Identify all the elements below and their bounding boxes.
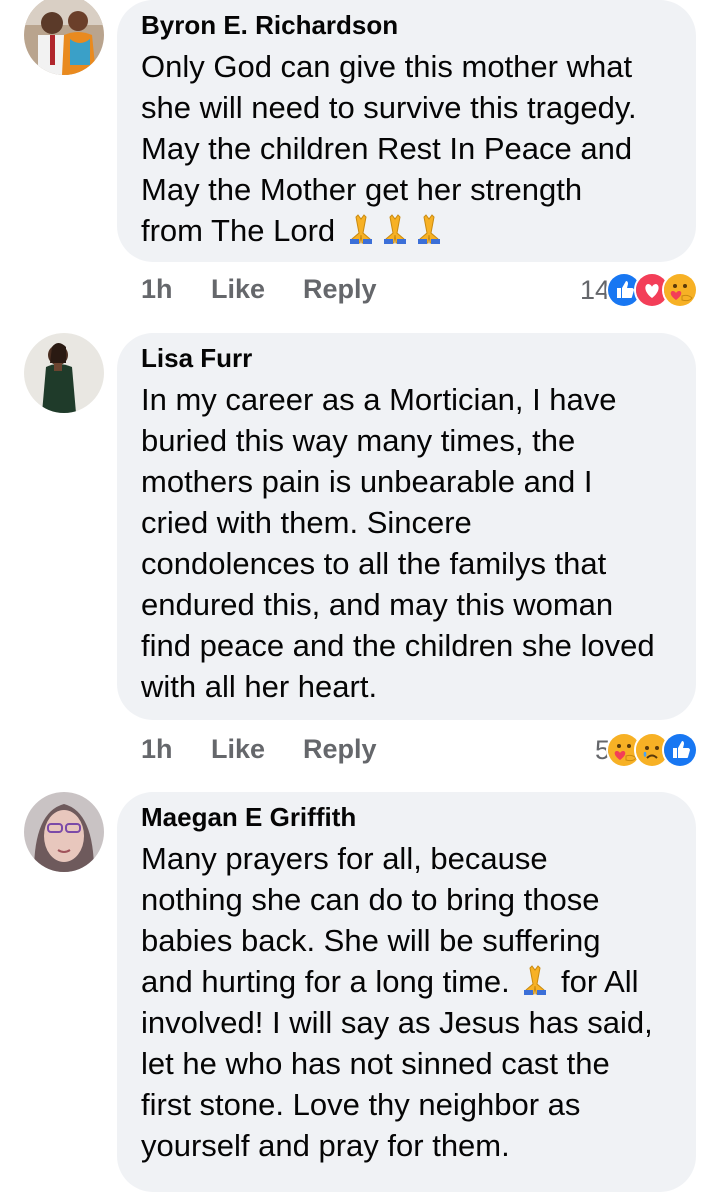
like-reaction-icon: [662, 732, 698, 768]
like-button[interactable]: Like: [211, 734, 265, 765]
comment-text-line: Only God can give this mother what: [141, 49, 633, 84]
folded-hands-icon: [378, 211, 412, 245]
comment-text-line: mothers pain is unbearable and I: [141, 464, 593, 499]
comment-text-line: involved! I will say as Jesus has said,: [141, 1005, 653, 1040]
comment-text-line: let he who has not sinned cast the: [141, 1046, 610, 1081]
comment-text-line: nothing she can do to bring those: [141, 882, 600, 917]
comment-text: In my career as a Mortician, I have buri…: [141, 379, 672, 707]
comment-text-line: cried with them. Sincere: [141, 505, 472, 540]
comment-text-line: with all her heart.: [141, 669, 378, 704]
comment-text-line: May the children Rest In Peace and: [141, 131, 633, 166]
comment-text-line: for All: [561, 964, 639, 999]
comment-text-line: endured this, and may this woman: [141, 587, 614, 622]
reaction-summary[interactable]: 5: [595, 730, 698, 770]
folded-hands-icon: [344, 211, 378, 245]
comment-author[interactable]: Maegan E Griffith: [141, 802, 672, 832]
reply-button[interactable]: Reply: [303, 734, 377, 765]
comment-author[interactable]: Lisa Furr: [141, 343, 672, 373]
care-reaction-icon: [662, 272, 698, 308]
like-button[interactable]: Like: [211, 274, 265, 305]
folded-hands-icon: [412, 211, 446, 245]
comment-text-line: Many prayers for all, because: [141, 841, 548, 876]
comment-text-line: first stone. Love thy neighbor as: [141, 1087, 581, 1122]
comment-text-line: buried this way many times, the: [141, 423, 576, 458]
comment-text-line: yourself and pray for them.: [141, 1128, 510, 1163]
comment-text-line: In my career as a Mortician, I have: [141, 382, 617, 417]
comment-text-line: from The Lord: [141, 213, 336, 248]
comment-text-line: May the Mother get her strength: [141, 172, 583, 207]
comment-text: Only God can give this mother what she w…: [141, 46, 672, 251]
comment-text-line: condolences to all the familys that: [141, 546, 607, 581]
comment-text-line: she will need to survive this tragedy.: [141, 90, 637, 125]
comment-bubble: Maegan E Griffith Many prayers for all, …: [117, 792, 696, 1192]
avatar[interactable]: [24, 333, 104, 413]
comment-bubble: Lisa Furr In my career as a Mortician, I…: [117, 333, 696, 720]
folded-hands-icon: [518, 962, 552, 996]
comment-time[interactable]: 1h: [141, 274, 173, 305]
avatar[interactable]: [24, 792, 104, 872]
comment-text: Many prayers for all, because nothing sh…: [141, 838, 672, 1166]
reply-button[interactable]: Reply: [303, 274, 377, 305]
comment-bubble: Byron E. Richardson Only God can give th…: [117, 0, 696, 262]
avatar[interactable]: [24, 0, 104, 75]
comment-time[interactable]: 1h: [141, 734, 173, 765]
reaction-summary[interactable]: 14: [580, 270, 698, 310]
comment-text-line: babies back. She will be suffering: [141, 923, 601, 958]
comment-text-line: and hurting for a long time.: [141, 964, 510, 999]
comment-text-line: find peace and the children she loved: [141, 628, 655, 663]
comment-author[interactable]: Byron E. Richardson: [141, 10, 672, 40]
